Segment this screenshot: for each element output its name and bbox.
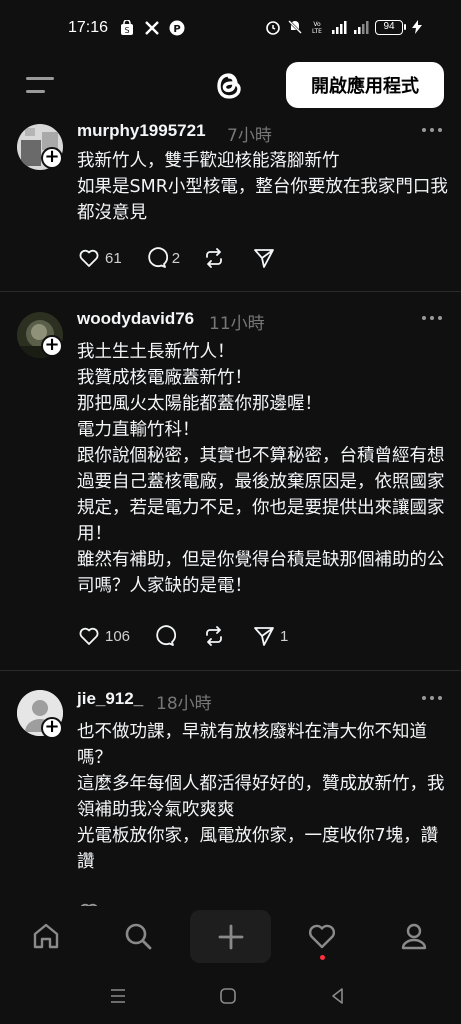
post-divider (0, 670, 461, 671)
activity-icon[interactable] (306, 920, 338, 952)
username[interactable]: murphy1995721 (77, 121, 206, 141)
x-icon (145, 21, 159, 35)
share-icon (254, 627, 274, 646)
repost-icon (206, 248, 222, 268)
post: + woodydavid76 11小時 我土生土長新竹人！ 我贊成核電廠蓋新竹！… (0, 304, 461, 669)
signal-icon (354, 21, 369, 34)
like-count: 61 (105, 249, 122, 267)
open-app-button[interactable]: 開啟應用程式 (286, 62, 444, 108)
4g-signal-icon (332, 21, 347, 34)
post-text: 也不做功課，早就有放核廢料在清大你不知道嗎？ 這麼多年每個人都活得好好的，贊成放… (77, 722, 445, 872)
svg-text:LTE: LTE (312, 28, 322, 35)
create-button[interactable] (190, 910, 271, 963)
charging-icon (412, 20, 422, 34)
heart-icon (79, 249, 99, 267)
post: + jie_912_ 18小時 也不做功課，早就有放核廢料在清大你不知道嗎？ 這… (0, 682, 461, 908)
shop-icon: S (121, 20, 133, 35)
notification-dot (320, 955, 325, 960)
like-button[interactable]: 61 (77, 246, 122, 270)
username[interactable]: woodydavid76 (77, 309, 194, 329)
alarm-icon (266, 21, 280, 35)
reply-count: 2 (171, 249, 181, 267)
post-text: 我土生土長新竹人！ 我贊成核電廠蓋新竹！ 那把風火太陽能都蓋你那邊喔！ 電力直輸… (77, 342, 445, 596)
timestamp: 7小時 (227, 126, 272, 146)
comment-icon (147, 247, 168, 268)
repost-icon (206, 626, 222, 646)
status-time: 17:16 (68, 19, 109, 36)
recents-icon[interactable] (108, 986, 128, 1006)
create-icon (218, 924, 243, 949)
repost-button[interactable] (202, 246, 230, 270)
svg-text:Vo: Vo (313, 21, 321, 28)
username[interactable]: jie_912_ (77, 689, 143, 709)
repost-button[interactable] (202, 624, 230, 648)
back-icon[interactable] (328, 986, 348, 1006)
menu-icon[interactable] (26, 77, 54, 93)
share-count: 1 (280, 627, 289, 645)
post-divider (0, 291, 461, 292)
post: + murphy1995721 7小時 我新竹人，雙手歡迎核能落腳新竹 如果是S… (0, 118, 461, 293)
reply-button[interactable] (152, 624, 180, 648)
follow-plus-icon[interactable]: + (41, 335, 63, 357)
feed: + murphy1995721 7小時 我新竹人，雙手歡迎核能落腳新竹 如果是S… (0, 118, 461, 908)
volte-icon: VoLTE (312, 21, 322, 35)
svg-text:S: S (124, 26, 129, 35)
svg-text:P: P (173, 24, 180, 35)
like-count: 106 (105, 627, 131, 645)
like-button[interactable]: 106 (77, 624, 130, 648)
more-options-icon[interactable] (422, 316, 444, 322)
threads-logo[interactable] (210, 67, 248, 105)
reply-button[interactable]: 2 (144, 246, 180, 270)
status-bar: 17:16 S P Vo LTE 94 (0, 0, 461, 50)
share-button[interactable] (252, 246, 280, 270)
share-icon (254, 249, 274, 268)
follow-plus-icon[interactable]: + (41, 147, 63, 169)
system-nav-bar (0, 968, 461, 1024)
post-text: 我新竹人，雙手歡迎核能落腳新竹 如果是SMR小型核電，整台你要放在我家門口我都沒… (77, 151, 448, 223)
search-icon[interactable] (122, 920, 154, 952)
p-icon: P (169, 20, 185, 36)
more-options-icon[interactable] (422, 696, 444, 702)
bottom-nav (0, 906, 461, 968)
timestamp: 18小時 (156, 694, 212, 714)
follow-plus-icon[interactable]: + (41, 717, 63, 739)
share-button[interactable]: 1 (252, 624, 288, 648)
comment-icon (156, 625, 177, 646)
heart-icon (79, 627, 99, 645)
home-icon[interactable] (30, 920, 62, 952)
battery-icon: 94 (375, 19, 406, 35)
mute-icon (288, 20, 302, 34)
more-options-icon[interactable] (422, 128, 444, 134)
profile-icon[interactable] (398, 920, 430, 952)
app-header: 開啟應用程式 (0, 50, 461, 120)
home-circle-icon[interactable] (218, 986, 238, 1006)
timestamp: 11小時 (209, 314, 265, 334)
